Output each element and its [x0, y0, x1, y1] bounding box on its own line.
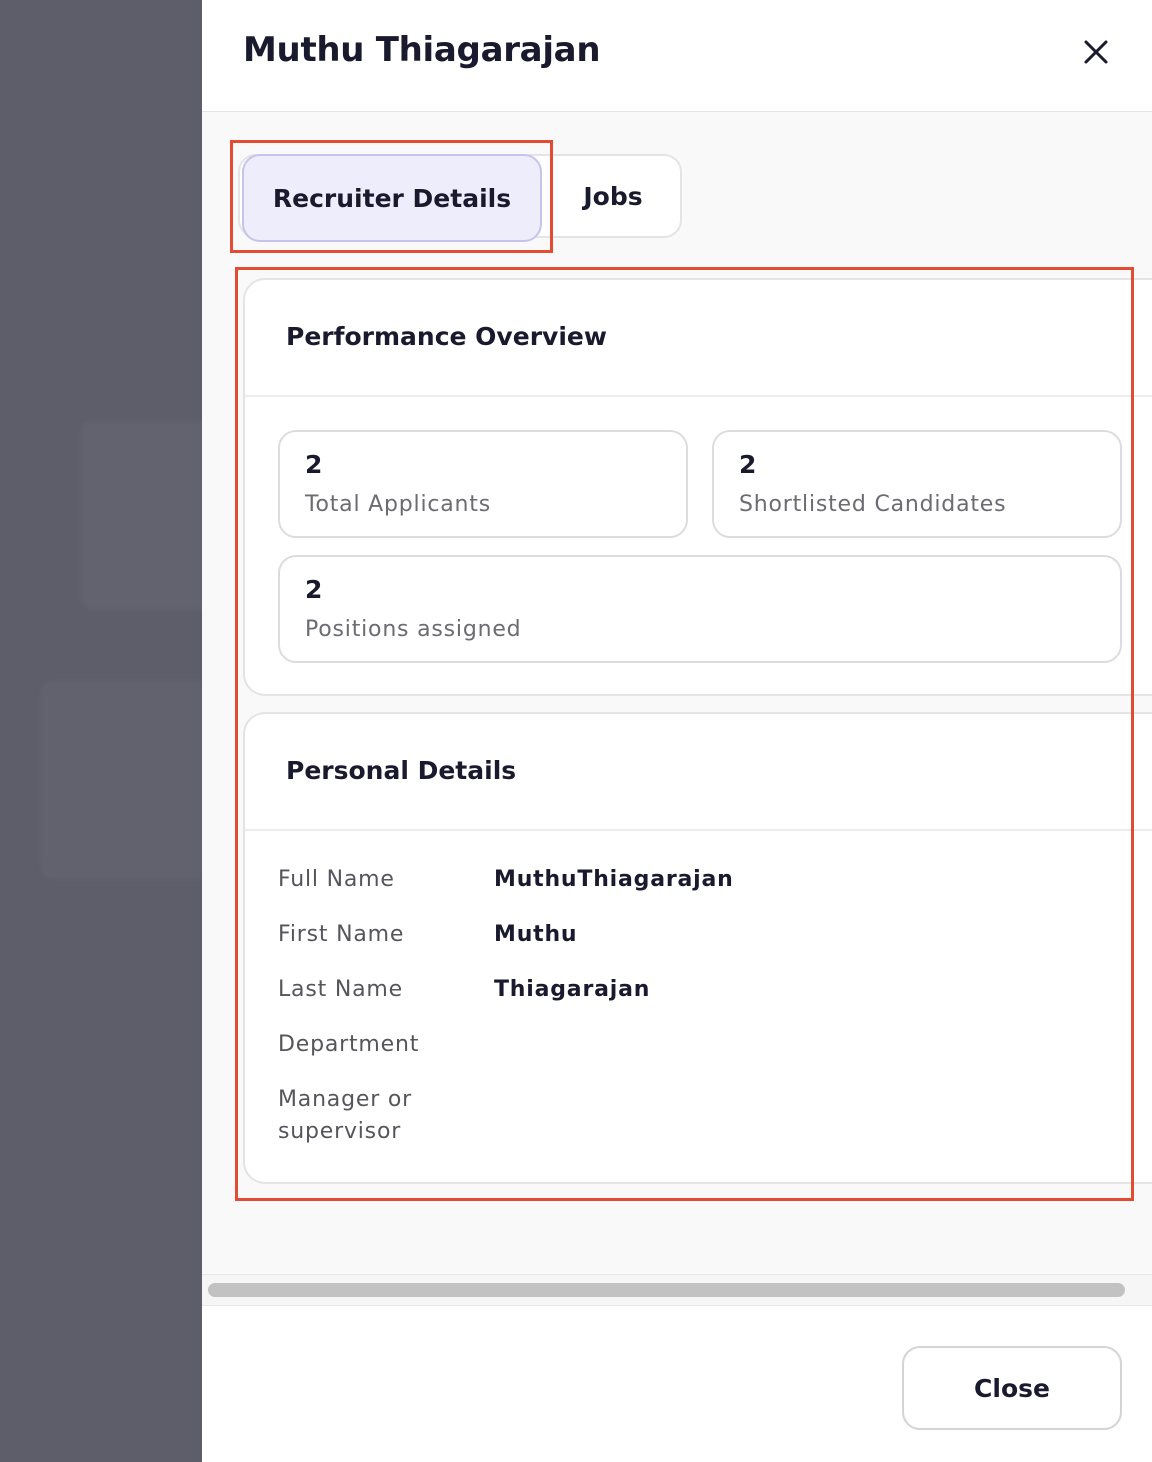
detail-value: Thiagarajan: [494, 977, 651, 1002]
tab-bar: Recruiter Details Jobs: [238, 154, 682, 242]
background-card: [80, 420, 220, 610]
detail-label: Department: [278, 1032, 420, 1057]
detail-label: Last Name: [278, 977, 403, 1002]
detail-row-full-name: Full Name MuthuThiagarajan: [278, 864, 1118, 919]
horizontal-scrollbar[interactable]: [202, 1274, 1152, 1306]
detail-row-manager: Manager or supervisor: [278, 1084, 1118, 1148]
page-backdrop[interactable]: [0, 0, 220, 1462]
detail-row-department: Department: [278, 1029, 1118, 1084]
detail-label: First Name: [278, 922, 405, 947]
close-button[interactable]: Close: [902, 1346, 1122, 1430]
details-list: Full Name MuthuThiagarajan First Name Mu…: [278, 864, 1118, 1148]
stat-label: Positions assigned: [305, 617, 522, 642]
scrollbar-thumb[interactable]: [208, 1283, 1125, 1297]
detail-row-first-name: First Name Muthu: [278, 919, 1118, 974]
drawer-title: Muthu Thiagarajan: [243, 30, 601, 70]
card-heading: Performance Overview: [286, 322, 607, 351]
performance-overview-card: Performance Overview 2 Total Applicants …: [243, 278, 1152, 696]
close-icon[interactable]: [1078, 34, 1114, 70]
stat-label: Total Applicants: [305, 492, 491, 517]
drawer-header: Muthu Thiagarajan: [202, 0, 1152, 112]
recruiter-drawer: Muthu Thiagarajan Recruiter Details Jobs…: [202, 0, 1152, 1462]
stat-value: 2: [305, 450, 323, 479]
detail-label: Manager or supervisor: [278, 1087, 412, 1144]
detail-value: Muthu: [494, 922, 578, 947]
stat-label: Shortlisted Candidates: [739, 492, 1007, 517]
stat-shortlisted-candidates: 2 Shortlisted Candidates: [712, 430, 1122, 538]
detail-value: MuthuThiagarajan: [494, 867, 734, 892]
stat-value: 2: [739, 450, 757, 479]
divider: [245, 829, 1152, 831]
background-card: [40, 680, 220, 880]
personal-details-card: Personal Details Full Name MuthuThiagara…: [243, 712, 1152, 1184]
tab-jobs[interactable]: Jobs: [546, 156, 680, 236]
stat-total-applicants: 2 Total Applicants: [278, 430, 688, 538]
tab-recruiter-details[interactable]: Recruiter Details: [242, 154, 542, 242]
detail-label: Full Name: [278, 867, 395, 892]
divider: [245, 395, 1152, 397]
card-heading: Personal Details: [286, 756, 517, 785]
drawer-footer: Close: [202, 1306, 1152, 1462]
stat-value: 2: [305, 575, 323, 604]
detail-row-last-name: Last Name Thiagarajan: [278, 974, 1118, 1029]
stat-positions-assigned: 2 Positions assigned: [278, 555, 1122, 663]
